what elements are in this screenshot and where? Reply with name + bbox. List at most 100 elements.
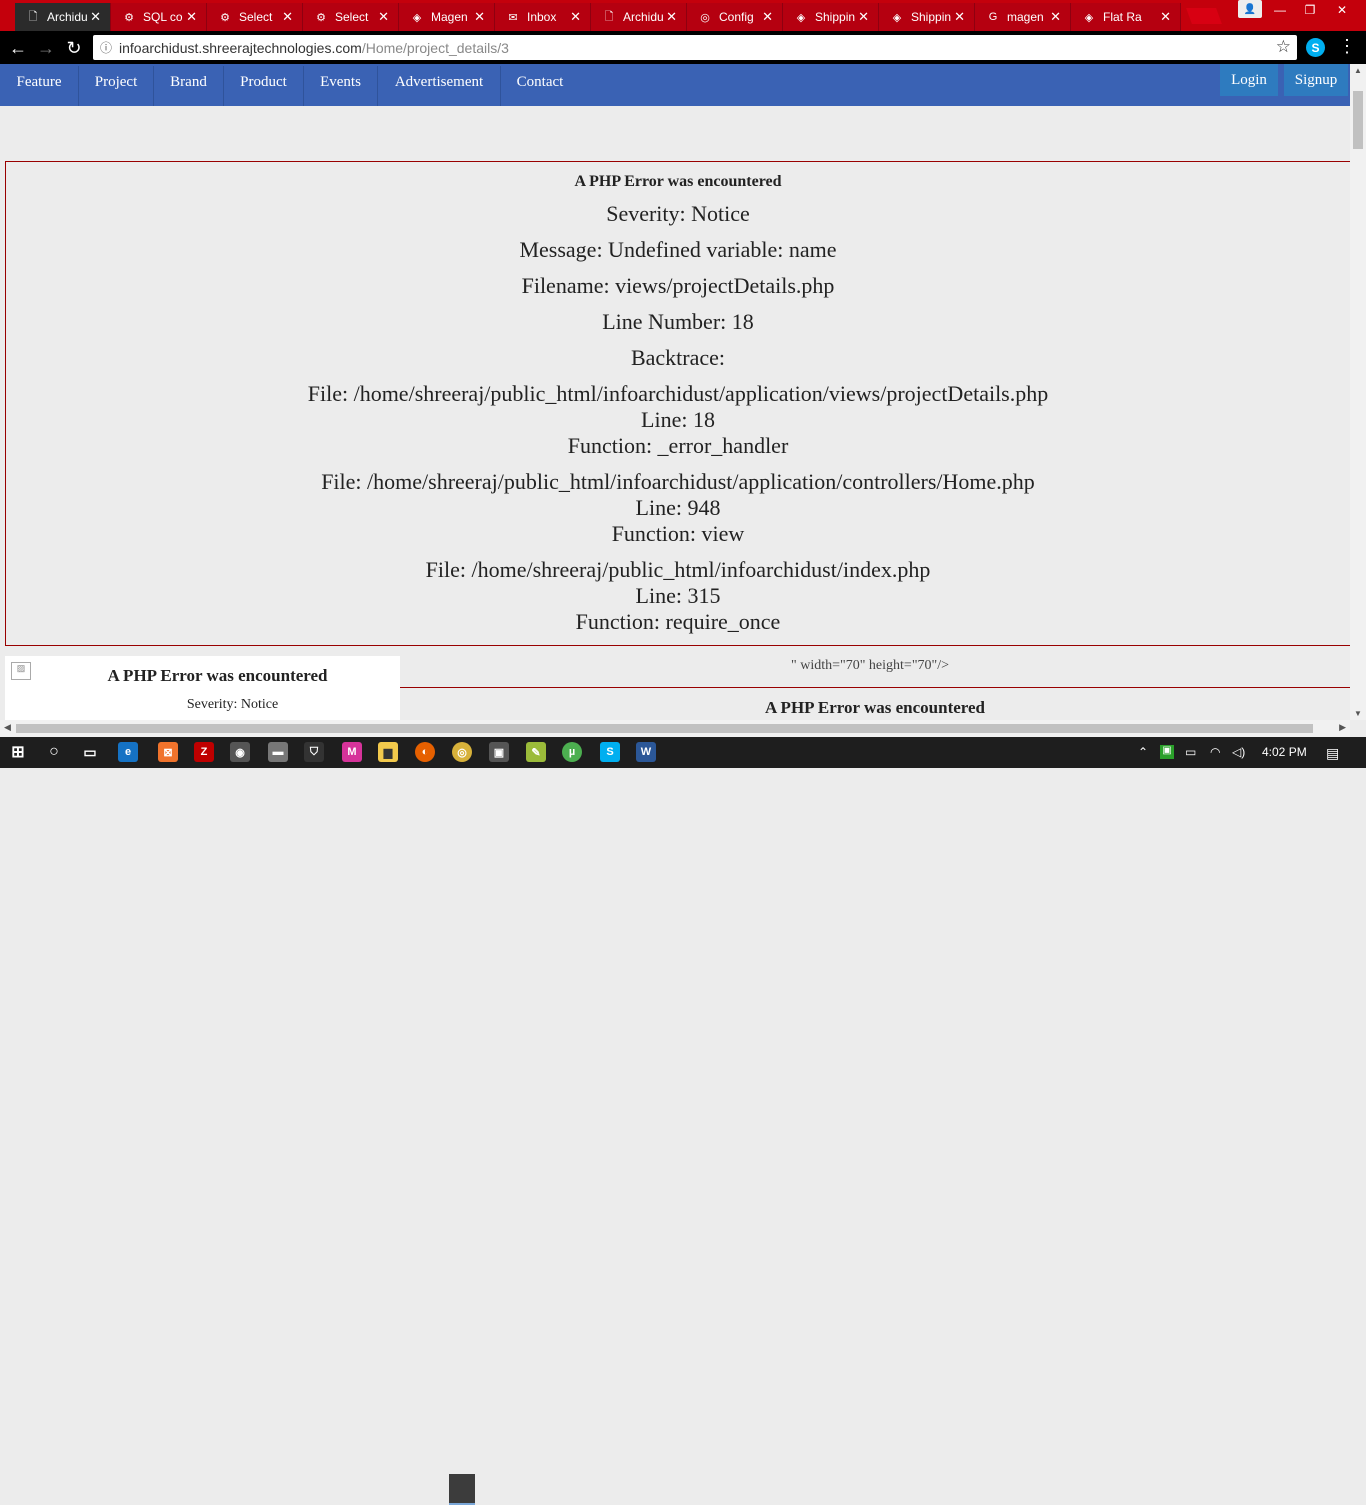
- skype-icon[interactable]: S: [600, 742, 620, 762]
- browser-tab-5[interactable]: ✉ Inbox ✕: [495, 3, 591, 31]
- close-tab-icon[interactable]: ✕: [474, 9, 485, 25]
- close-tab-icon[interactable]: ✕: [858, 9, 869, 25]
- close-tab-icon[interactable]: ✕: [90, 9, 101, 25]
- magento-icon: ◈: [892, 11, 902, 24]
- browser-tab-7[interactable]: ◎ Config ✕: [687, 3, 783, 31]
- browser-tab-4[interactable]: ◈ Magen ✕: [399, 3, 495, 31]
- nav-advertisement[interactable]: Advertisement: [378, 66, 501, 106]
- backtrace-entry: File: /home/shreeraj/public_html/infoarc…: [6, 557, 1350, 635]
- close-window-icon[interactable]: ✕: [1327, 0, 1357, 20]
- trace-line: Line: 948: [635, 495, 721, 520]
- nav-feature[interactable]: Feature: [0, 66, 79, 106]
- magento-icon: ◈: [796, 11, 806, 24]
- minimize-icon[interactable]: —: [1265, 0, 1295, 20]
- doc-icon: 🗋: [28, 10, 38, 23]
- terminal-icon[interactable]: ▣: [489, 742, 509, 762]
- phpmyadmin-icon: ⚙: [124, 11, 134, 24]
- doc-icon: 🗋: [604, 10, 614, 23]
- battery-icon[interactable]: ▭: [1185, 745, 1196, 759]
- restore-icon[interactable]: ❐: [1295, 0, 1325, 20]
- notepad-icon[interactable]: ✎: [526, 742, 546, 762]
- nav-project[interactable]: Project: [79, 66, 154, 106]
- windows-start-icon[interactable]: ⊞: [8, 742, 28, 762]
- drive-icon[interactable]: ▬: [268, 742, 288, 762]
- google-icon: G: [988, 11, 998, 23]
- back-icon[interactable]: ←: [6, 36, 30, 60]
- close-tab-icon[interactable]: ✕: [1160, 9, 1171, 25]
- close-tab-icon[interactable]: ✕: [186, 9, 197, 25]
- close-tab-icon[interactable]: ✕: [762, 9, 773, 25]
- close-tab-icon[interactable]: ✕: [666, 9, 677, 25]
- utorrent-icon[interactable]: µ: [562, 742, 582, 762]
- nav-events[interactable]: Events: [304, 66, 378, 106]
- trace-line: Line: 315: [635, 583, 721, 608]
- taskbar-clock[interactable]: 4:02 PM: [1262, 745, 1307, 759]
- tray-app-icon[interactable]: ▣: [1160, 745, 1174, 759]
- close-tab-icon[interactable]: ✕: [378, 9, 389, 25]
- scroll-down-icon[interactable]: ▼: [1354, 709, 1362, 718]
- browser-tab-10[interactable]: G magen ✕: [975, 3, 1071, 31]
- vertical-scrollbar[interactable]: ▲ ▼: [1350, 64, 1366, 720]
- app-icon[interactable]: ◉: [230, 742, 250, 762]
- error-message: Message: Undefined variable: name: [519, 237, 837, 262]
- skype-extension-icon[interactable]: S: [1306, 38, 1325, 57]
- task-view-icon[interactable]: ▭: [80, 742, 100, 762]
- search-icon[interactable]: ○: [44, 742, 64, 762]
- profile-icon[interactable]: 👤: [1238, 0, 1262, 18]
- horizontal-scrollbar[interactable]: ◀ ▶: [0, 720, 1350, 737]
- trace-function: Function: require_once: [575, 609, 781, 634]
- volume-icon[interactable]: ◁): [1232, 745, 1245, 759]
- nav-contact[interactable]: Contact: [501, 66, 579, 106]
- trace-file: File: /home/shreeraj/public_html/infoarc…: [307, 381, 1049, 406]
- browser-tab-8[interactable]: ◈ Shippin ✕: [783, 3, 879, 31]
- new-tab-button[interactable]: [1186, 8, 1222, 24]
- browser-tab-11[interactable]: ◈ Flat Ra ✕: [1071, 3, 1181, 31]
- trace-line: Line: 18: [641, 407, 715, 432]
- browser-menu-icon[interactable]: ⋮: [1338, 36, 1356, 57]
- close-tab-icon[interactable]: ✕: [570, 9, 581, 25]
- browser-tab-6[interactable]: 🗋 Archidu ✕: [591, 3, 687, 31]
- phpmyadmin-icon: ⚙: [316, 11, 326, 24]
- nav-product[interactable]: Product: [224, 66, 304, 106]
- info-icon[interactable]: ⓘ: [93, 39, 119, 56]
- firefox-icon[interactable]: ◐: [415, 742, 435, 762]
- close-tab-icon[interactable]: ✕: [954, 9, 965, 25]
- trace-function: Function: view: [611, 521, 745, 546]
- error-backtrace-label: Backtrace:: [630, 345, 726, 370]
- bookmark-star-icon[interactable]: ☆: [1276, 37, 1291, 57]
- close-tab-icon[interactable]: ✕: [282, 9, 293, 25]
- forward-icon[interactable]: →: [34, 36, 58, 60]
- scroll-thumb[interactable]: [1353, 91, 1363, 149]
- config-icon: ◎: [700, 11, 710, 24]
- browser-tab-0[interactable]: 🗋 Archidu ✕: [15, 3, 111, 31]
- wifi-icon[interactable]: ◠: [1210, 745, 1220, 759]
- nav-brand[interactable]: Brand: [154, 66, 224, 106]
- action-center-icon[interactable]: ▤: [1326, 745, 1339, 762]
- tray-chevron-icon[interactable]: ⌃: [1138, 745, 1148, 759]
- scroll-right-icon[interactable]: ▶: [1339, 722, 1346, 733]
- address-bar[interactable]: ⓘ infoarchidust.shreerajtechnologies.com…: [93, 35, 1297, 60]
- error-heading-2: A PHP Error was encountered: [764, 698, 986, 717]
- card-error-severity: Severity: Notice: [186, 697, 279, 712]
- reload-icon[interactable]: ↻: [62, 36, 86, 60]
- scroll-up-icon[interactable]: ▲: [1354, 66, 1362, 75]
- browser-tab-1[interactable]: ⚙ SQL co ✕: [111, 3, 207, 31]
- store-icon[interactable]: ⛉: [304, 742, 324, 762]
- browser-tab-3[interactable]: ⚙ Select ✕: [303, 3, 399, 31]
- scroll-thumb-h[interactable]: [16, 724, 1313, 733]
- edge-icon[interactable]: e: [118, 742, 138, 762]
- scroll-left-icon[interactable]: ◀: [4, 722, 11, 733]
- browser-tab-2[interactable]: ⚙ Select ✕: [207, 3, 303, 31]
- signup-button[interactable]: Signup: [1284, 64, 1348, 96]
- trace-file: File: /home/shreeraj/public_html/infoarc…: [425, 557, 931, 582]
- phpstorm-icon[interactable]: M: [342, 742, 362, 762]
- trace-function: Function: _error_handler: [567, 433, 789, 458]
- close-tab-icon[interactable]: ✕: [1050, 9, 1061, 25]
- filezilla-icon[interactable]: Z: [194, 742, 214, 762]
- login-button[interactable]: Login: [1220, 64, 1278, 96]
- chrome-icon[interactable]: ◎: [452, 742, 472, 762]
- word-icon[interactable]: W: [636, 742, 656, 762]
- file-explorer-icon[interactable]: ▆: [378, 742, 398, 762]
- xampp-icon[interactable]: ⊠: [158, 742, 178, 762]
- browser-tab-9[interactable]: ◈ Shippin ✕: [879, 3, 975, 31]
